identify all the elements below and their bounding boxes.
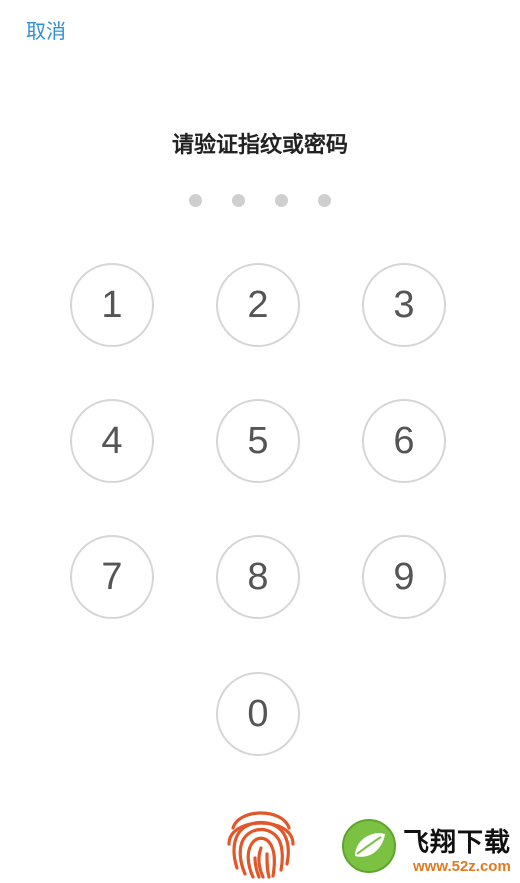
passcode-dot xyxy=(318,194,331,207)
keypad-key-6[interactable]: 6 xyxy=(362,399,446,483)
keypad-key-3[interactable]: 3 xyxy=(362,263,446,347)
watermark: 飞翔下载 www.52z.com xyxy=(341,818,520,879)
keypad-key-1[interactable]: 1 xyxy=(70,263,154,347)
leaf-logo xyxy=(342,819,396,873)
keypad-key-label: 7 xyxy=(101,555,123,598)
keypad-key-label: 3 xyxy=(393,283,415,326)
passcode-indicator xyxy=(189,194,331,208)
passcode-dot xyxy=(232,194,245,207)
fingerprint-button[interactable] xyxy=(225,798,297,879)
keypad-key-2[interactable]: 2 xyxy=(216,263,300,347)
keypad-key-label: 4 xyxy=(101,419,123,462)
passcode-dot xyxy=(275,194,288,207)
keypad-key-4[interactable]: 4 xyxy=(70,399,154,483)
page-title: 请验证指纹或密码 xyxy=(171,133,348,158)
keypad-key-0[interactable]: 0 xyxy=(216,672,300,756)
keypad-key-label: 9 xyxy=(393,555,415,598)
keypad-key-label: 6 xyxy=(393,419,415,462)
passcode-dot xyxy=(189,194,202,207)
keypad-key-label: 2 xyxy=(247,283,269,326)
cancel-button[interactable]: 取消 xyxy=(26,18,66,44)
keypad-key-5[interactable]: 5 xyxy=(216,399,300,483)
fingerprint-icon xyxy=(227,811,295,879)
keypad-key-label: 0 xyxy=(247,692,269,735)
keypad-key-8[interactable]: 8 xyxy=(216,535,300,619)
keypad-key-label: 1 xyxy=(101,283,123,326)
keypad-key-9[interactable]: 9 xyxy=(362,535,446,619)
keypad-key-7[interactable]: 7 xyxy=(70,535,154,619)
keypad-key-label: 8 xyxy=(247,555,269,598)
watermark-url: www.52z.com xyxy=(413,858,511,875)
keypad-key-label: 5 xyxy=(247,419,269,462)
watermark-title: 飞翔下载 xyxy=(403,828,512,858)
